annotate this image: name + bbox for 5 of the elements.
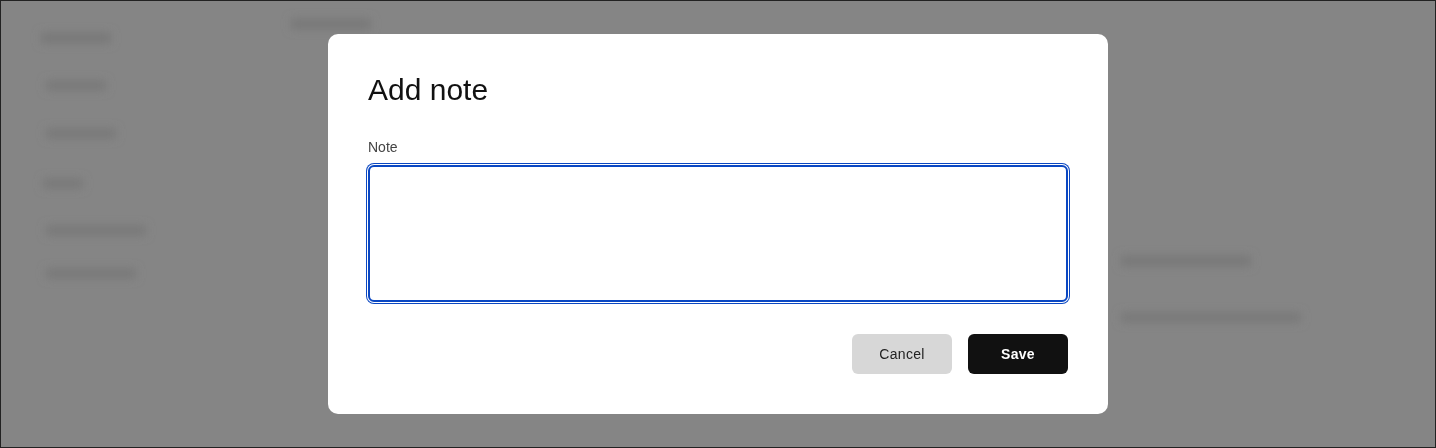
note-input-field[interactable]	[368, 165, 1068, 302]
save-button[interactable]: Save	[968, 334, 1068, 374]
dialog-title: Add note	[368, 72, 489, 108]
cancel-button[interactable]: Cancel	[852, 334, 952, 374]
field-label: Note	[368, 138, 398, 156]
